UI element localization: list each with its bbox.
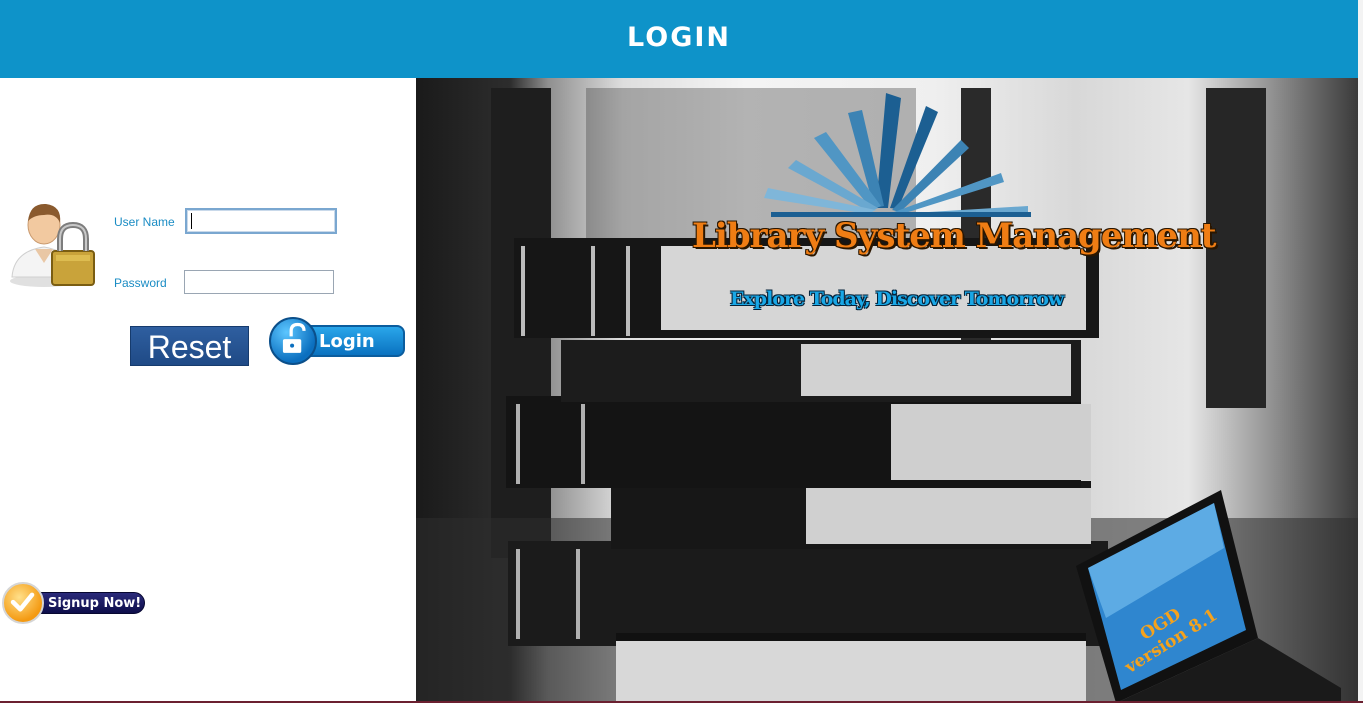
password-label: Password (114, 276, 167, 290)
checkmark-icon (10, 592, 35, 612)
unlock-icon (282, 322, 306, 353)
text-caret (191, 213, 192, 229)
password-input[interactable] (184, 270, 334, 294)
window-edge (1358, 0, 1363, 703)
title-bar: LOGIN (0, 0, 1358, 78)
reset-button[interactable]: Reset (130, 326, 249, 366)
login-button-badge (269, 317, 317, 365)
login-button[interactable]: Login (269, 317, 407, 365)
user-lock-icon (10, 203, 95, 287)
signup-button[interactable]: Signup Now! (2, 580, 147, 624)
library-banner-image: Library System Management Explore Today,… (416, 78, 1358, 703)
username-input[interactable] (185, 208, 337, 234)
login-button-label: Login (319, 331, 375, 352)
page-title: LOGIN (627, 22, 731, 53)
brand-tagline: Explore Today, Discover Tomorrow (730, 288, 1064, 310)
signup-badge (2, 582, 44, 624)
signup-button-label: Signup Now! (48, 596, 142, 611)
username-label: User Name (114, 215, 175, 229)
brand-title: Library System Management (692, 216, 1217, 256)
signup-button-body: Signup Now! (28, 592, 145, 614)
